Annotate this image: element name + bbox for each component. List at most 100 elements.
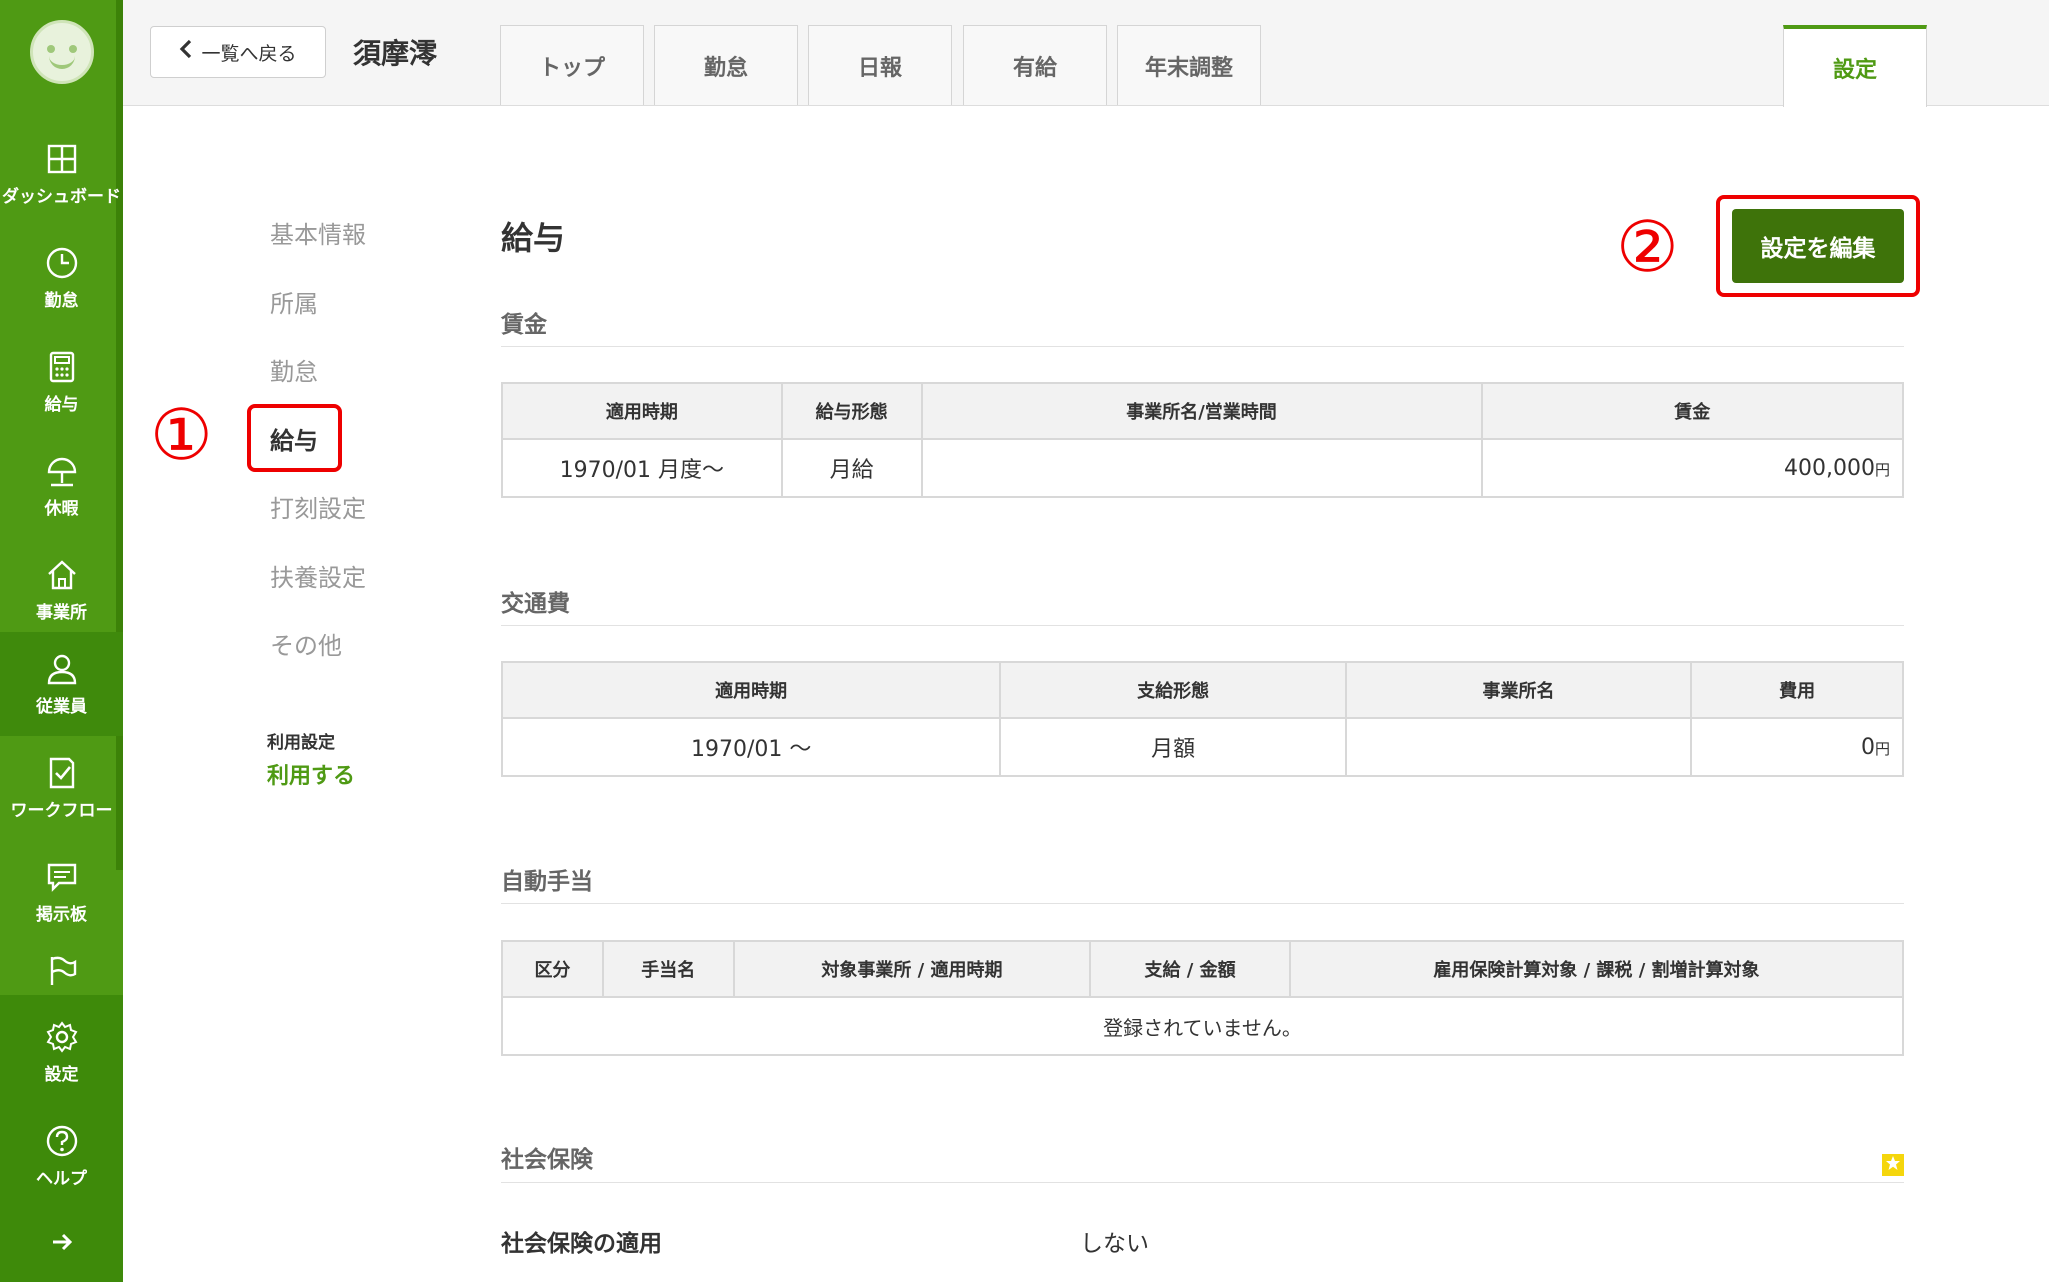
gear-icon bbox=[45, 1020, 79, 1054]
transport-period: 1970/01 〜 bbox=[500, 717, 1002, 777]
sidebar-item-employees[interactable]: 従業員 bbox=[0, 632, 123, 736]
help-icon bbox=[45, 1124, 79, 1158]
transport-type: 月額 bbox=[999, 717, 1347, 777]
column-header: 対象事業所 / 適用時期 bbox=[732, 940, 1092, 998]
transport-office bbox=[1344, 717, 1693, 777]
wage-table: 適用時期 給与形態 事業所名/営業時間 賃金 1970/01 月度〜 月給 40… bbox=[501, 382, 1905, 498]
column-header: 適用時期 bbox=[500, 661, 1002, 719]
sidebar-item-help[interactable]: ヘルプ bbox=[0, 1104, 123, 1208]
column-header: 適用時期 bbox=[501, 382, 783, 440]
section-title-transport: 交通費 bbox=[501, 591, 570, 617]
column-header: 費用 bbox=[1690, 661, 1904, 719]
section-divider bbox=[501, 346, 1904, 347]
currency-unit: 円 bbox=[1874, 739, 1890, 758]
annotation-number-1: ① bbox=[150, 394, 213, 476]
sidebar: ダッシュボード 勤怠 給与 休暇 事業所 従業員 ワークフロー 掲示板 設定 ヘ… bbox=[0, 0, 123, 1282]
wage-office bbox=[920, 438, 1483, 498]
annotation-box-1 bbox=[247, 404, 342, 472]
insurance-value: しない bbox=[1080, 1231, 1149, 1257]
insurance-label: 社会保険の適用 bbox=[501, 1231, 662, 1257]
arrow-right-icon bbox=[50, 1230, 74, 1258]
subnav-attendance[interactable]: 勤怠 bbox=[270, 352, 318, 387]
calculator-icon bbox=[45, 350, 79, 384]
back-button-label: 一覧へ戻る bbox=[201, 42, 297, 65]
column-header: 給与形態 bbox=[780, 382, 923, 440]
tab-top[interactable]: トップ bbox=[500, 25, 644, 105]
subnav-other[interactable]: その他 bbox=[270, 626, 342, 661]
wage-period: 1970/01 月度〜 bbox=[501, 438, 783, 498]
transport-table: 適用時期 支給形態 事業所名 費用 1970/01 〜 月額 0円 bbox=[500, 661, 1904, 777]
sidebar-item-label: 給与 bbox=[44, 394, 79, 415]
sidebar-item-label: 掲示板 bbox=[36, 904, 87, 925]
wage-type: 月給 bbox=[780, 438, 923, 498]
sidebar-expand-button[interactable] bbox=[0, 1219, 123, 1269]
star-badge bbox=[1882, 1154, 1904, 1176]
subnav-dependents[interactable]: 扶養設定 bbox=[270, 558, 366, 593]
empty-message: 登録されていません。 bbox=[501, 996, 1904, 1056]
tab-year-end-adjustment[interactable]: 年末調整 bbox=[1117, 25, 1261, 105]
column-header: 事業所名 bbox=[1344, 661, 1693, 719]
home-icon bbox=[45, 558, 79, 592]
page-title: 給与 bbox=[501, 219, 566, 257]
column-header: 賃金 bbox=[1480, 382, 1905, 440]
flag-icon bbox=[45, 954, 79, 988]
section-title-allowance: 自動手当 bbox=[501, 869, 593, 895]
wage-amount-cell: 400,000円 bbox=[1480, 438, 1905, 498]
sidebar-item-leave[interactable]: 休暇 bbox=[0, 434, 123, 538]
tab-attendance[interactable]: 勤怠 bbox=[654, 25, 798, 105]
column-header: 支給形態 bbox=[999, 661, 1347, 719]
sidebar-item-label: 設定 bbox=[44, 1064, 79, 1085]
column-header: 事業所名/営業時間 bbox=[920, 382, 1483, 440]
subnav-clock-settings[interactable]: 打刻設定 bbox=[270, 489, 366, 524]
tab-daily-report[interactable]: 日報 bbox=[808, 25, 952, 105]
section-divider bbox=[501, 903, 1904, 904]
employee-name: 須摩澪 bbox=[353, 37, 438, 70]
star-icon bbox=[1885, 1155, 1901, 1175]
sidebar-item-payroll[interactable]: 給与 bbox=[0, 330, 123, 434]
sidebar-item-dashboard[interactable]: ダッシュボード bbox=[0, 122, 123, 226]
sidebar-item-label: ダッシュボード bbox=[2, 186, 121, 207]
sidebar-item-label: ヘルプ bbox=[36, 1168, 87, 1189]
sidebar-item-settings[interactable]: 設定 bbox=[0, 1000, 123, 1104]
tab-paid-leave[interactable]: 有給 bbox=[963, 25, 1107, 105]
sidebar-item-workflow[interactable]: ワークフロー bbox=[0, 736, 123, 840]
currency-unit: 円 bbox=[1874, 460, 1890, 479]
section-divider bbox=[501, 1182, 1904, 1183]
column-header: 区分 bbox=[501, 940, 604, 998]
section-title-wage: 賃金 bbox=[501, 312, 547, 338]
tab-settings[interactable]: 設定 bbox=[1783, 25, 1927, 107]
transport-amount-cell: 0円 bbox=[1690, 717, 1904, 777]
sidebar-item-attendance[interactable]: 勤怠 bbox=[0, 226, 123, 330]
table-row: 1970/01 月度〜 月給 400,000円 bbox=[501, 438, 1905, 498]
sidebar-item-label: 事業所 bbox=[36, 602, 87, 623]
wage-amount: 400,000 bbox=[1784, 455, 1875, 481]
chat-icon bbox=[45, 860, 79, 894]
sidebar-item-label: 従業員 bbox=[36, 696, 87, 717]
umbrella-icon bbox=[45, 454, 79, 488]
sidebar-item-label: 勤怠 bbox=[44, 290, 79, 311]
sidebar-item-office[interactable]: 事業所 bbox=[0, 538, 123, 642]
dashboard-icon bbox=[45, 142, 79, 176]
person-icon bbox=[45, 652, 79, 686]
section-title-insurance: 社会保険 bbox=[501, 1147, 593, 1173]
app-logo[interactable] bbox=[30, 20, 94, 84]
allowance-table: 区分 手当名 対象事業所 / 適用時期 支給 / 金額 雇用保険計算対象 / 課… bbox=[501, 940, 1905, 1056]
subnav-basic-info[interactable]: 基本情報 bbox=[270, 215, 366, 250]
sidebar-item-label: 休暇 bbox=[44, 498, 79, 519]
back-to-list-button[interactable]: 一覧へ戻る bbox=[150, 26, 326, 78]
subnav-affiliation[interactable]: 所属 bbox=[270, 284, 318, 319]
edit-settings-button[interactable]: 設定を編集 bbox=[1732, 209, 1904, 283]
column-header: 手当名 bbox=[601, 940, 735, 998]
chevron-left-icon bbox=[179, 39, 193, 65]
annotation-number-2: ② bbox=[1616, 206, 1679, 288]
column-header: 雇用保険計算対象 / 課税 / 割増計算対象 bbox=[1288, 940, 1905, 998]
usage-setting-label: 利用設定 bbox=[267, 733, 335, 753]
column-header: 支給 / 金額 bbox=[1089, 940, 1291, 998]
sidebar-item-label: ワークフロー bbox=[10, 800, 113, 821]
section-divider bbox=[501, 625, 1904, 626]
table-row: 1970/01 〜 月額 0円 bbox=[500, 717, 1904, 777]
table-row: 登録されていません。 bbox=[501, 996, 1904, 1056]
checklist-icon bbox=[45, 756, 79, 790]
sidebar-item-board[interactable]: 掲示板 bbox=[0, 840, 123, 944]
sidebar-bottom: 設定 ヘルプ bbox=[0, 995, 123, 1282]
